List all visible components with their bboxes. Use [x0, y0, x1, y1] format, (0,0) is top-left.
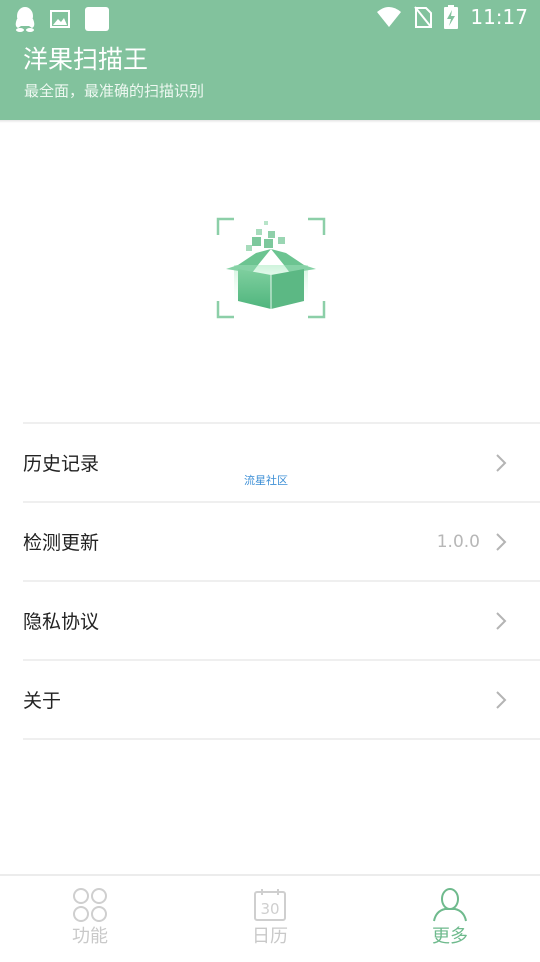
- app-header: 11:17 洋果扫描王 最全面，最准确的扫描识别: [0, 0, 540, 120]
- scan-box-logo-icon: [216, 217, 326, 319]
- version-value: 1.0.0: [436, 531, 480, 552]
- image-icon: [50, 10, 70, 28]
- status-time: 11:17: [470, 5, 528, 29]
- menu-item-label: 关于: [23, 690, 62, 712]
- grid-icon: [73, 888, 107, 922]
- chevron-right-icon: [496, 453, 507, 472]
- menu-item-history[interactable]: 历史记录: [23, 422, 540, 501]
- status-bar: 11:17: [0, 0, 540, 38]
- user-icon: [433, 888, 467, 922]
- qq-icon: [15, 7, 35, 32]
- menu-item-label: 检测更新: [23, 532, 100, 554]
- nav-tab-label: 更多: [432, 926, 468, 947]
- wifi-icon: [377, 7, 402, 27]
- no-sim-icon: [414, 6, 433, 28]
- menu-item-label: 历史记录: [23, 453, 100, 475]
- header-shadow: [0, 120, 540, 123]
- chevron-right-icon: [496, 690, 507, 709]
- nav-tab-calendar[interactable]: 30 日历: [180, 876, 360, 962]
- app-notification-icon: [85, 7, 109, 31]
- menu-item-about[interactable]: 关于: [23, 659, 540, 740]
- nav-tab-label: 日历: [252, 926, 288, 947]
- menu-item-label: 隐私协议: [23, 611, 100, 633]
- bottom-nav: 功能 30 日历 更多: [0, 874, 540, 962]
- app-subtitle: 最全面，最准确的扫描识别: [24, 82, 205, 100]
- battery-charging-icon: [444, 5, 459, 29]
- menu-item-privacy[interactable]: 隐私协议: [23, 580, 540, 659]
- menu-item-check-update[interactable]: 检测更新 1.0.0: [23, 501, 540, 580]
- svg-text:30: 30: [260, 900, 279, 918]
- notification-icons: [14, 6, 110, 32]
- nav-tab-functions[interactable]: 功能: [0, 876, 180, 962]
- nav-tab-more[interactable]: 更多: [360, 876, 540, 962]
- chevron-right-icon: [496, 611, 507, 630]
- watermark-text: 流星社区: [244, 474, 288, 487]
- chevron-right-icon: [496, 532, 507, 551]
- nav-tab-label: 功能: [72, 926, 108, 947]
- settings-menu: 历史记录 检测更新 1.0.0 隐私协议 关于: [23, 422, 540, 740]
- app-title: 洋果扫描王: [23, 45, 149, 74]
- calendar-icon: 30: [254, 889, 286, 921]
- system-icons: 11:17: [376, 5, 528, 29]
